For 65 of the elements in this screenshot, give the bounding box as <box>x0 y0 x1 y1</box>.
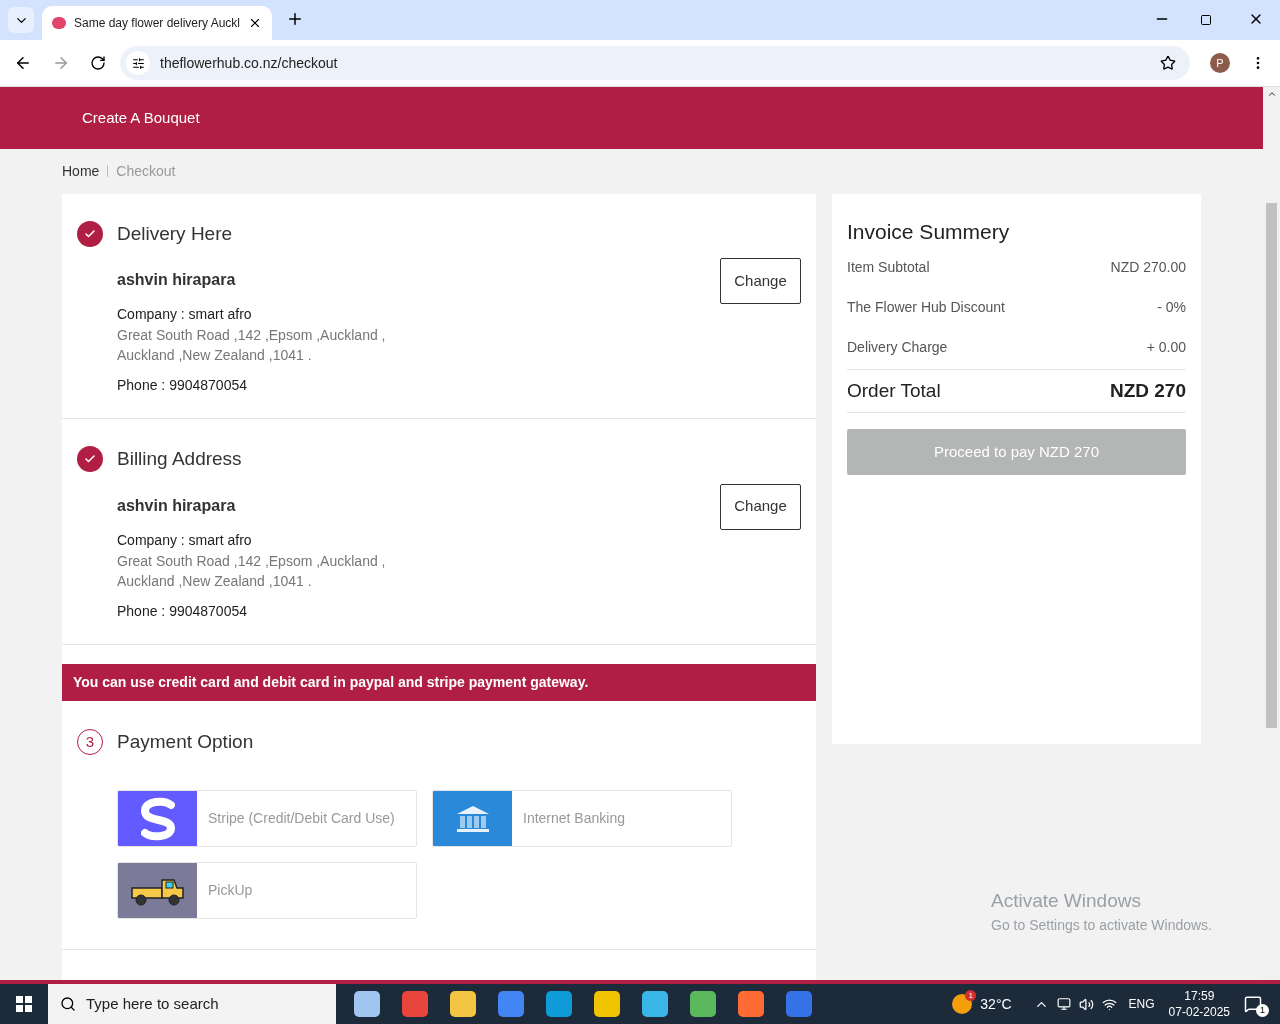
company-text: Company : smart afro <box>117 530 253 550</box>
address-bar[interactable]: theflowerhub.co.nz/checkout <box>120 46 1190 80</box>
phone-text: Phone : 9904870054 <box>117 601 248 621</box>
taskbar-search-field[interactable]: Type here to search <box>48 984 336 1024</box>
address-line: Auckland ,New Zealand ,1041 . <box>117 346 313 365</box>
taskbar-app-icon[interactable] <box>594 991 620 1017</box>
bookmark-star-icon[interactable] <box>1160 55 1176 71</box>
taskbar-app-icon[interactable] <box>690 991 716 1017</box>
summary-label: The Flower Hub Discount <box>847 297 1005 317</box>
tray-device-icon[interactable] <box>1056 997 1071 1011</box>
taskbar-app-icon[interactable] <box>546 991 572 1017</box>
change-button[interactable]: Change <box>720 258 801 304</box>
activate-windows-title: Activate Windows <box>991 888 1142 913</box>
site-settings-icon[interactable] <box>126 51 150 75</box>
new-tab-icon[interactable] <box>286 10 304 28</box>
invoice-title: Invoice Summery <box>847 218 1011 245</box>
clock[interactable]: 17:59 07-02-2025 <box>1168 988 1230 1020</box>
taskbar-app-icon[interactable] <box>450 991 476 1017</box>
bank-icon <box>455 804 490 833</box>
summary-value: NZD 270.00 <box>1110 257 1186 277</box>
taskbar-app-icon[interactable] <box>786 991 812 1017</box>
tab-list-button[interactable] <box>8 7 34 33</box>
taskbar-app-icon[interactable] <box>738 991 764 1017</box>
address-line: Great South Road ,142 ,Epsom ,Auckland , <box>117 551 386 571</box>
notification-icon[interactable] <box>1244 995 1262 1013</box>
recipient-name: ashvin hirapara <box>117 270 237 290</box>
forward-icon[interactable] <box>52 54 70 72</box>
network-icon[interactable] <box>1101 996 1117 1012</box>
section-title: Payment Option <box>117 729 254 754</box>
browser-tab[interactable]: Same day flower delivery Auckl <box>42 6 272 40</box>
back-icon[interactable] <box>14 54 32 72</box>
temperature-text: 32°C <box>980 994 1012 1014</box>
scroll-up-icon[interactable] <box>1266 89 1277 99</box>
weather-badge: 1 <box>965 990 977 1001</box>
summary-label: Item Subtotal <box>847 257 930 277</box>
payment-notice-banner: You can use credit card and debit card in paypal and stripe payment gateway. <box>62 663 816 701</box>
notification-count: 1 <box>1256 1004 1269 1017</box>
taskbar-app-icon[interactable] <box>402 991 428 1017</box>
taskbar-app-icon[interactable] <box>642 991 668 1017</box>
volume-icon[interactable] <box>1078 996 1094 1012</box>
breadcrumb-link[interactable]: Home <box>62 160 100 182</box>
order-total-value: NZD 270 <box>1109 378 1186 403</box>
profile-avatar[interactable]: P <box>1210 53 1230 73</box>
address-line: Auckland ,New Zealand ,1041 . <box>117 571 313 591</box>
change-button[interactable]: Change <box>720 483 801 530</box>
summary-value: + 0.00 <box>1146 337 1186 357</box>
activate-windows-text: Go to Settings to activate Windows. <box>991 916 1212 935</box>
language-indicator[interactable]: ENG <box>1128 995 1155 1013</box>
phone-text: Phone : 9904870054 <box>117 376 248 395</box>
taskbar-app-icon[interactable] <box>354 991 380 1017</box>
restore-icon[interactable] <box>1200 14 1212 26</box>
taskbar-app-icon[interactable] <box>498 991 524 1017</box>
nav-link[interactable]: Create A Bouquet <box>82 106 200 130</box>
reload-icon[interactable] <box>90 55 106 71</box>
summary-value: - 0% <box>1157 297 1186 317</box>
company-text: Company : smart afro <box>117 305 253 324</box>
section-title: Billing Address <box>117 447 242 471</box>
address-line: Great South Road ,142 ,Epsom ,Auckland , <box>117 326 386 345</box>
close-icon[interactable] <box>248 16 262 30</box>
summary-label: Delivery Charge <box>847 337 948 357</box>
windows-start-icon[interactable] <box>16 996 32 1012</box>
section-title: Delivery Here <box>117 221 233 246</box>
search-icon <box>60 996 76 1012</box>
recipient-name: ashvin hirapara <box>117 495 237 516</box>
order-total-label: Order Total <box>847 378 941 403</box>
